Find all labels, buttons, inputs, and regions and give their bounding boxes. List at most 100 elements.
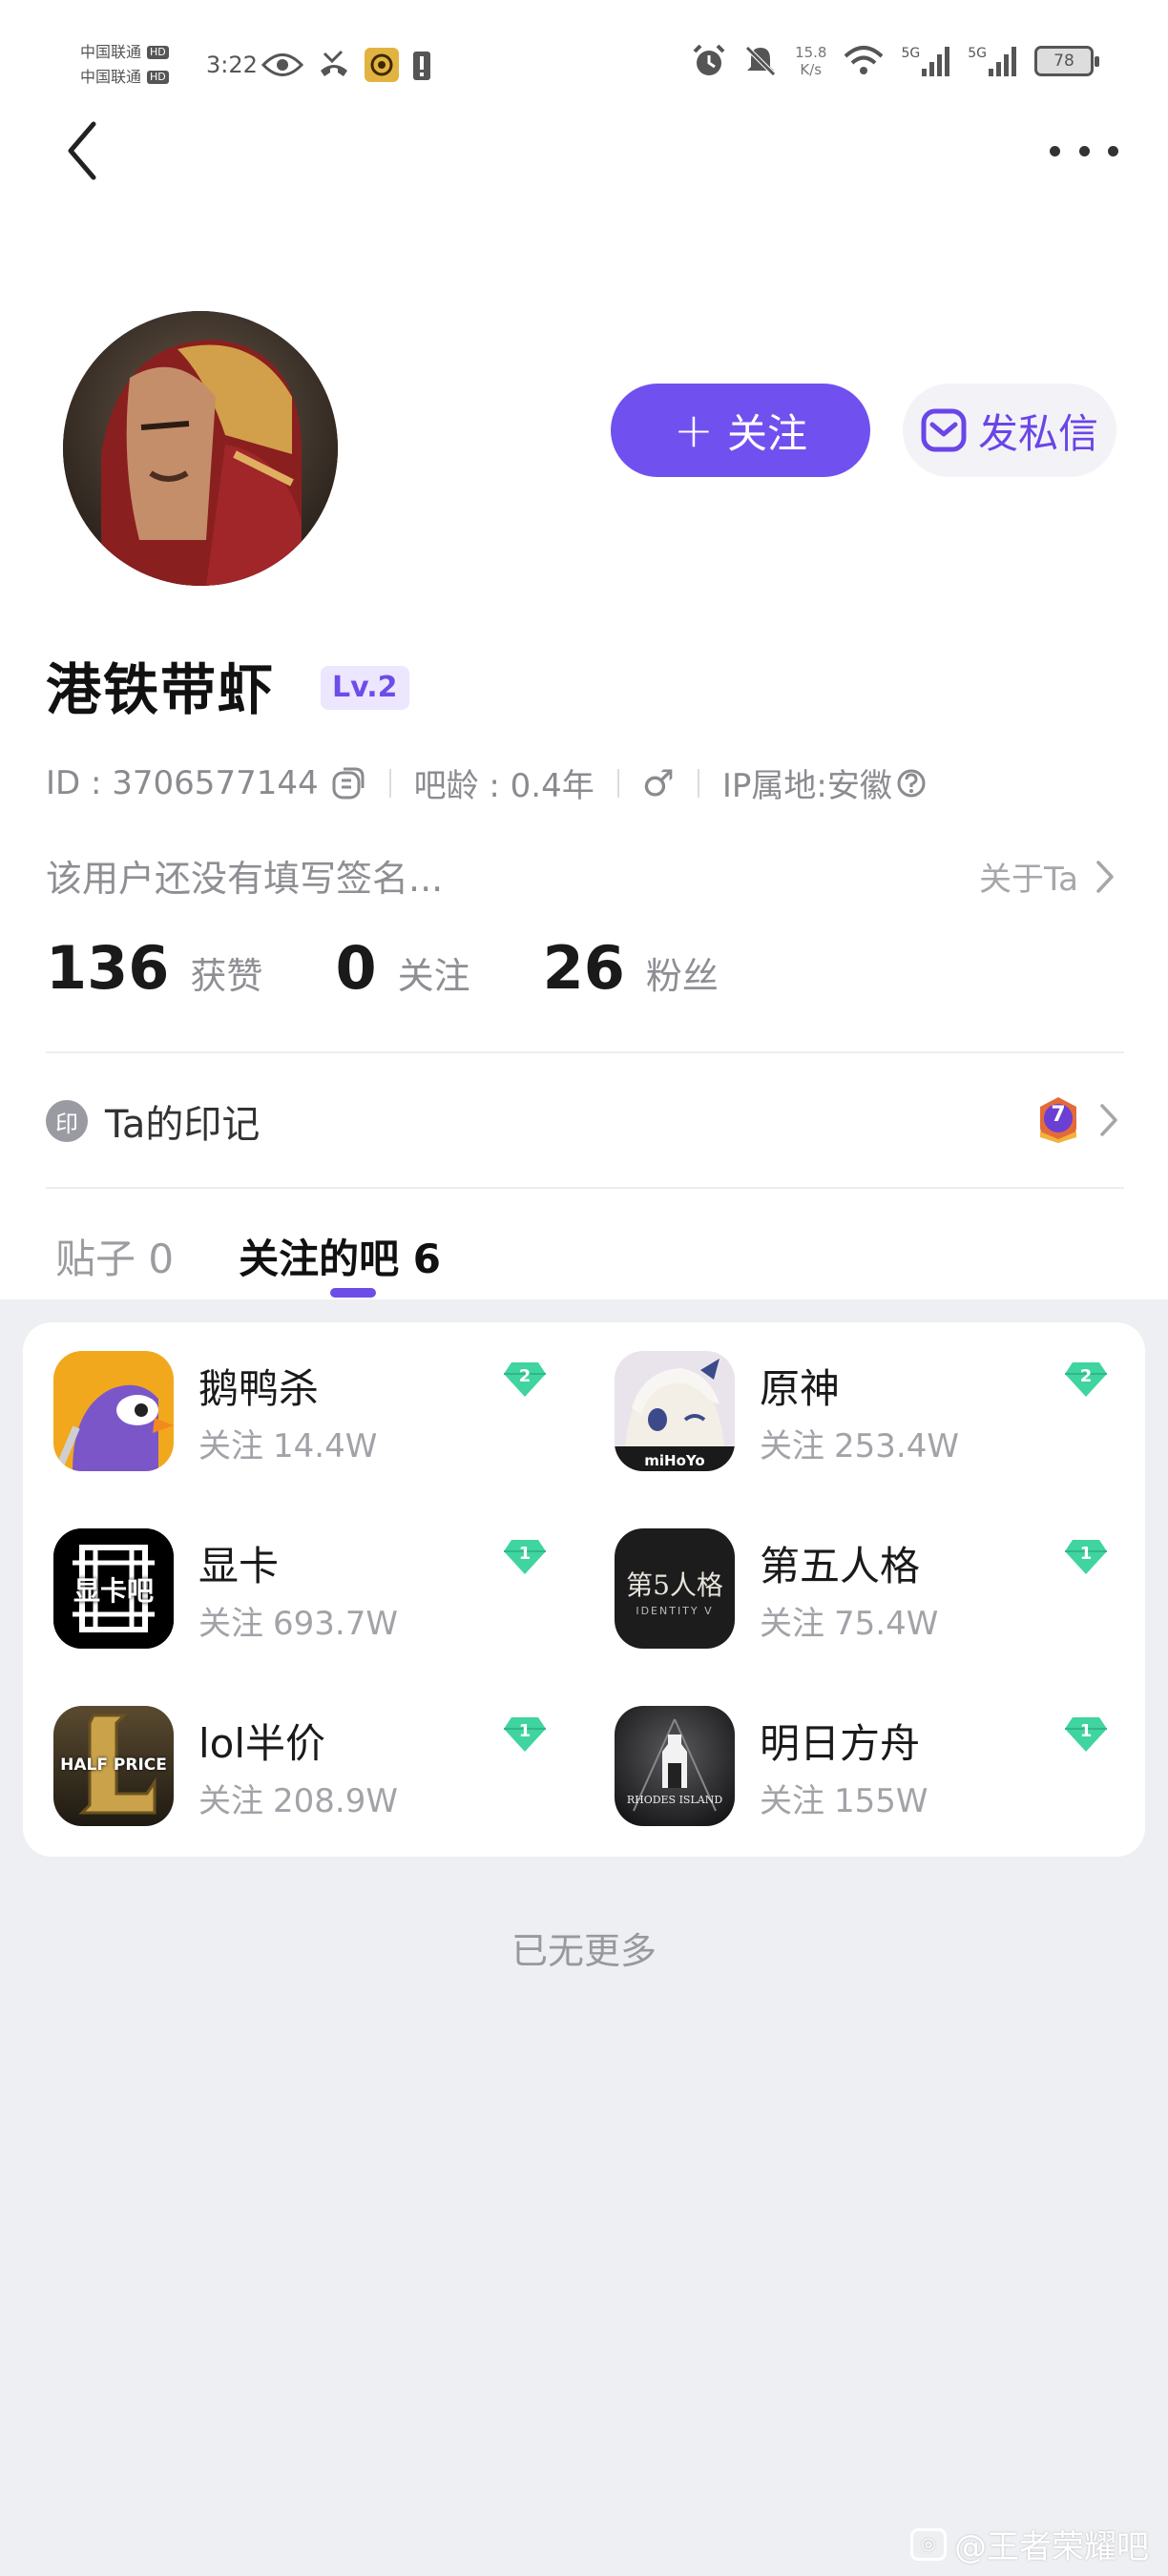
battery-indicator: 78 [1034, 46, 1099, 76]
stat-fans[interactable]: 26 粉丝 [543, 933, 719, 1003]
genshin-paimon-icon: miHoYo [615, 1351, 735, 1471]
copy-icon[interactable] [330, 765, 366, 801]
bar-name: 第五人格 [760, 1543, 921, 1589]
watermark: ◎ @王者荣耀吧 [910, 2521, 1149, 2567]
gpu-bar-icon: 显卡吧 [53, 1528, 174, 1649]
wifi-icon [845, 46, 884, 74]
plus-icon: + [674, 403, 714, 458]
bar-level-gem-icon: 2 [502, 1361, 548, 1399]
message-icon [921, 408, 967, 452]
bar-level-gem-icon: 1 [1063, 1715, 1109, 1754]
stat-label: 关注 [397, 955, 470, 997]
followed-bars-card: 鹅鸭杀 关注 14.4W 2 miHoYo 原神 关注 253.4W 2 显卡吧 显… [23, 1322, 1145, 1857]
mute-icon [745, 46, 776, 76]
stat-value: 136 [46, 933, 170, 1003]
separator [697, 768, 699, 798]
more-dot [1078, 145, 1090, 156]
logo-text: HALF PRICE [60, 1755, 167, 1775]
bar-level: 2 [518, 1366, 532, 1386]
tab-indicator [330, 1288, 376, 1298]
bar-level-gem-icon: 2 [1063, 1361, 1109, 1399]
level-badge: Lv.2 [321, 666, 409, 710]
bar-name: 鹅鸭杀 [198, 1365, 320, 1412]
message-label: 发私信 [977, 409, 1098, 457]
divider [46, 1187, 1124, 1189]
bar-item-genshin[interactable]: miHoYo 原神 关注 253.4W 2 [615, 1351, 1149, 1475]
marks-row[interactable]: 印 Ta的印记 7 [46, 1088, 1124, 1154]
more-dot [1108, 145, 1118, 156]
bar-level: 1 [518, 1544, 532, 1564]
bar-level: 1 [1079, 1721, 1093, 1741]
watermark-logo-icon: ◎ [910, 2527, 947, 2561]
send-message-button[interactable]: 发私信 [903, 384, 1116, 477]
logo-subtext: IDENTITY V [636, 1605, 714, 1617]
profile-tabs: 贴子 0 关注的吧 6 [55, 1227, 441, 1285]
follow-button[interactable]: + 关注 [611, 384, 870, 477]
chevron-right-icon [1100, 1104, 1117, 1136]
stat-following[interactable]: 0 关注 [335, 933, 469, 1003]
signal-bars-icon [989, 47, 1016, 76]
bar-item-arknights[interactable]: RHODES ISLAND 明日方舟 关注 155W 1 [615, 1706, 1149, 1830]
net-speed: 15.8 K/s [795, 44, 827, 78]
signal-bars-icon [922, 47, 950, 76]
bar-follow-count: 关注 155W [760, 1782, 928, 1820]
divider [46, 1051, 1124, 1053]
avatar[interactable] [63, 311, 338, 586]
bar-level: 1 [1079, 1544, 1093, 1564]
carrier-1: 中国联通 [80, 43, 142, 61]
about-label: 关于Ta [979, 861, 1078, 899]
chevron-left-icon [68, 121, 96, 180]
back-button[interactable] [61, 116, 107, 183]
stat-label: 粉丝 [645, 955, 719, 997]
stat-value: 0 [335, 933, 377, 1003]
status-icons-right: 15.8 K/s 5G 5G 78 [692, 44, 1099, 78]
logo-text: 显卡吧 [73, 1575, 154, 1607]
bio-text: 该用户还没有填写签名... [46, 858, 444, 900]
stat-likes: 136 获赞 [46, 933, 262, 1003]
tab-posts[interactable]: 贴子 0 [55, 1227, 174, 1285]
bar-follow-count: 关注 208.9W [198, 1782, 398, 1820]
bar-name: 明日方舟 [760, 1720, 921, 1767]
status-bar: 中国联通 HD 中国联通 HD 3:22 15.8 K/s 5G 5G 78 [0, 0, 1168, 114]
follow-label: 关注 [726, 409, 807, 457]
bar-age: 吧龄 : 0.4年 [413, 767, 594, 805]
app-notification-icon [365, 48, 399, 82]
status-icons-left [261, 48, 431, 82]
bar-item-gpu[interactable]: 显卡吧 显卡 关注 693.7W 1 [53, 1528, 588, 1652]
chevron-right-icon [1096, 860, 1114, 893]
bar-item-identity-v[interactable]: 第5人格 IDENTITY V 第五人格 关注 75.4W 1 [615, 1528, 1149, 1652]
bar-name: lol半价 [198, 1720, 326, 1767]
more-dot [1050, 145, 1060, 156]
carrier-2: 中国联通 [80, 68, 142, 86]
bar-name: 显卡 [198, 1543, 280, 1589]
marks-right: 7 [1036, 1095, 1118, 1145]
avatar-image [63, 311, 338, 586]
bar-level: 1 [518, 1721, 532, 1741]
bar-follow-count: 关注 75.4W [760, 1605, 939, 1643]
separator [388, 768, 391, 798]
bar-level-gem-icon: 1 [502, 1715, 548, 1754]
signal-1: 5G [901, 46, 950, 76]
signal-2: 5G [968, 46, 1017, 76]
user-id: ID : 3706577144 [46, 763, 319, 802]
arknights-icon: RHODES ISLAND [615, 1706, 735, 1826]
marks-label: Ta的印记 [105, 1103, 261, 1147]
carrier-info: 中国联通 HD 中国联通 HD [80, 40, 169, 90]
more-options-button[interactable] [1050, 134, 1118, 168]
watermark-text: @王者荣耀吧 [954, 2528, 1149, 2566]
goose-goose-duck-icon [53, 1351, 174, 1471]
help-icon[interactable] [896, 768, 927, 799]
achievement-badge-icon: 7 [1036, 1095, 1080, 1145]
bar-item-goose-duck[interactable]: 鹅鸭杀 关注 14.4W 2 [53, 1351, 588, 1475]
tab-followed-bars[interactable]: 关注的吧 6 [239, 1227, 441, 1285]
hd-badge: HD [147, 46, 169, 59]
user-info-row: ID : 3706577144 吧龄 : 0.4年 ♂ IP属地:安徽 [46, 759, 927, 806]
bar-item-lol-half-price[interactable]: HALF PRICE lol半价 关注 208.9W 1 [53, 1706, 588, 1830]
identity-v-icon: 第5人格 IDENTITY V [615, 1528, 735, 1649]
about-link[interactable]: 关于Ta [979, 853, 1115, 900]
bar-level-gem-icon: 1 [1063, 1538, 1109, 1576]
separator [616, 768, 619, 798]
bar-name: 原神 [760, 1365, 841, 1412]
eye-icon [261, 53, 303, 76]
no-more-text: 已无更多 [511, 1930, 657, 1972]
